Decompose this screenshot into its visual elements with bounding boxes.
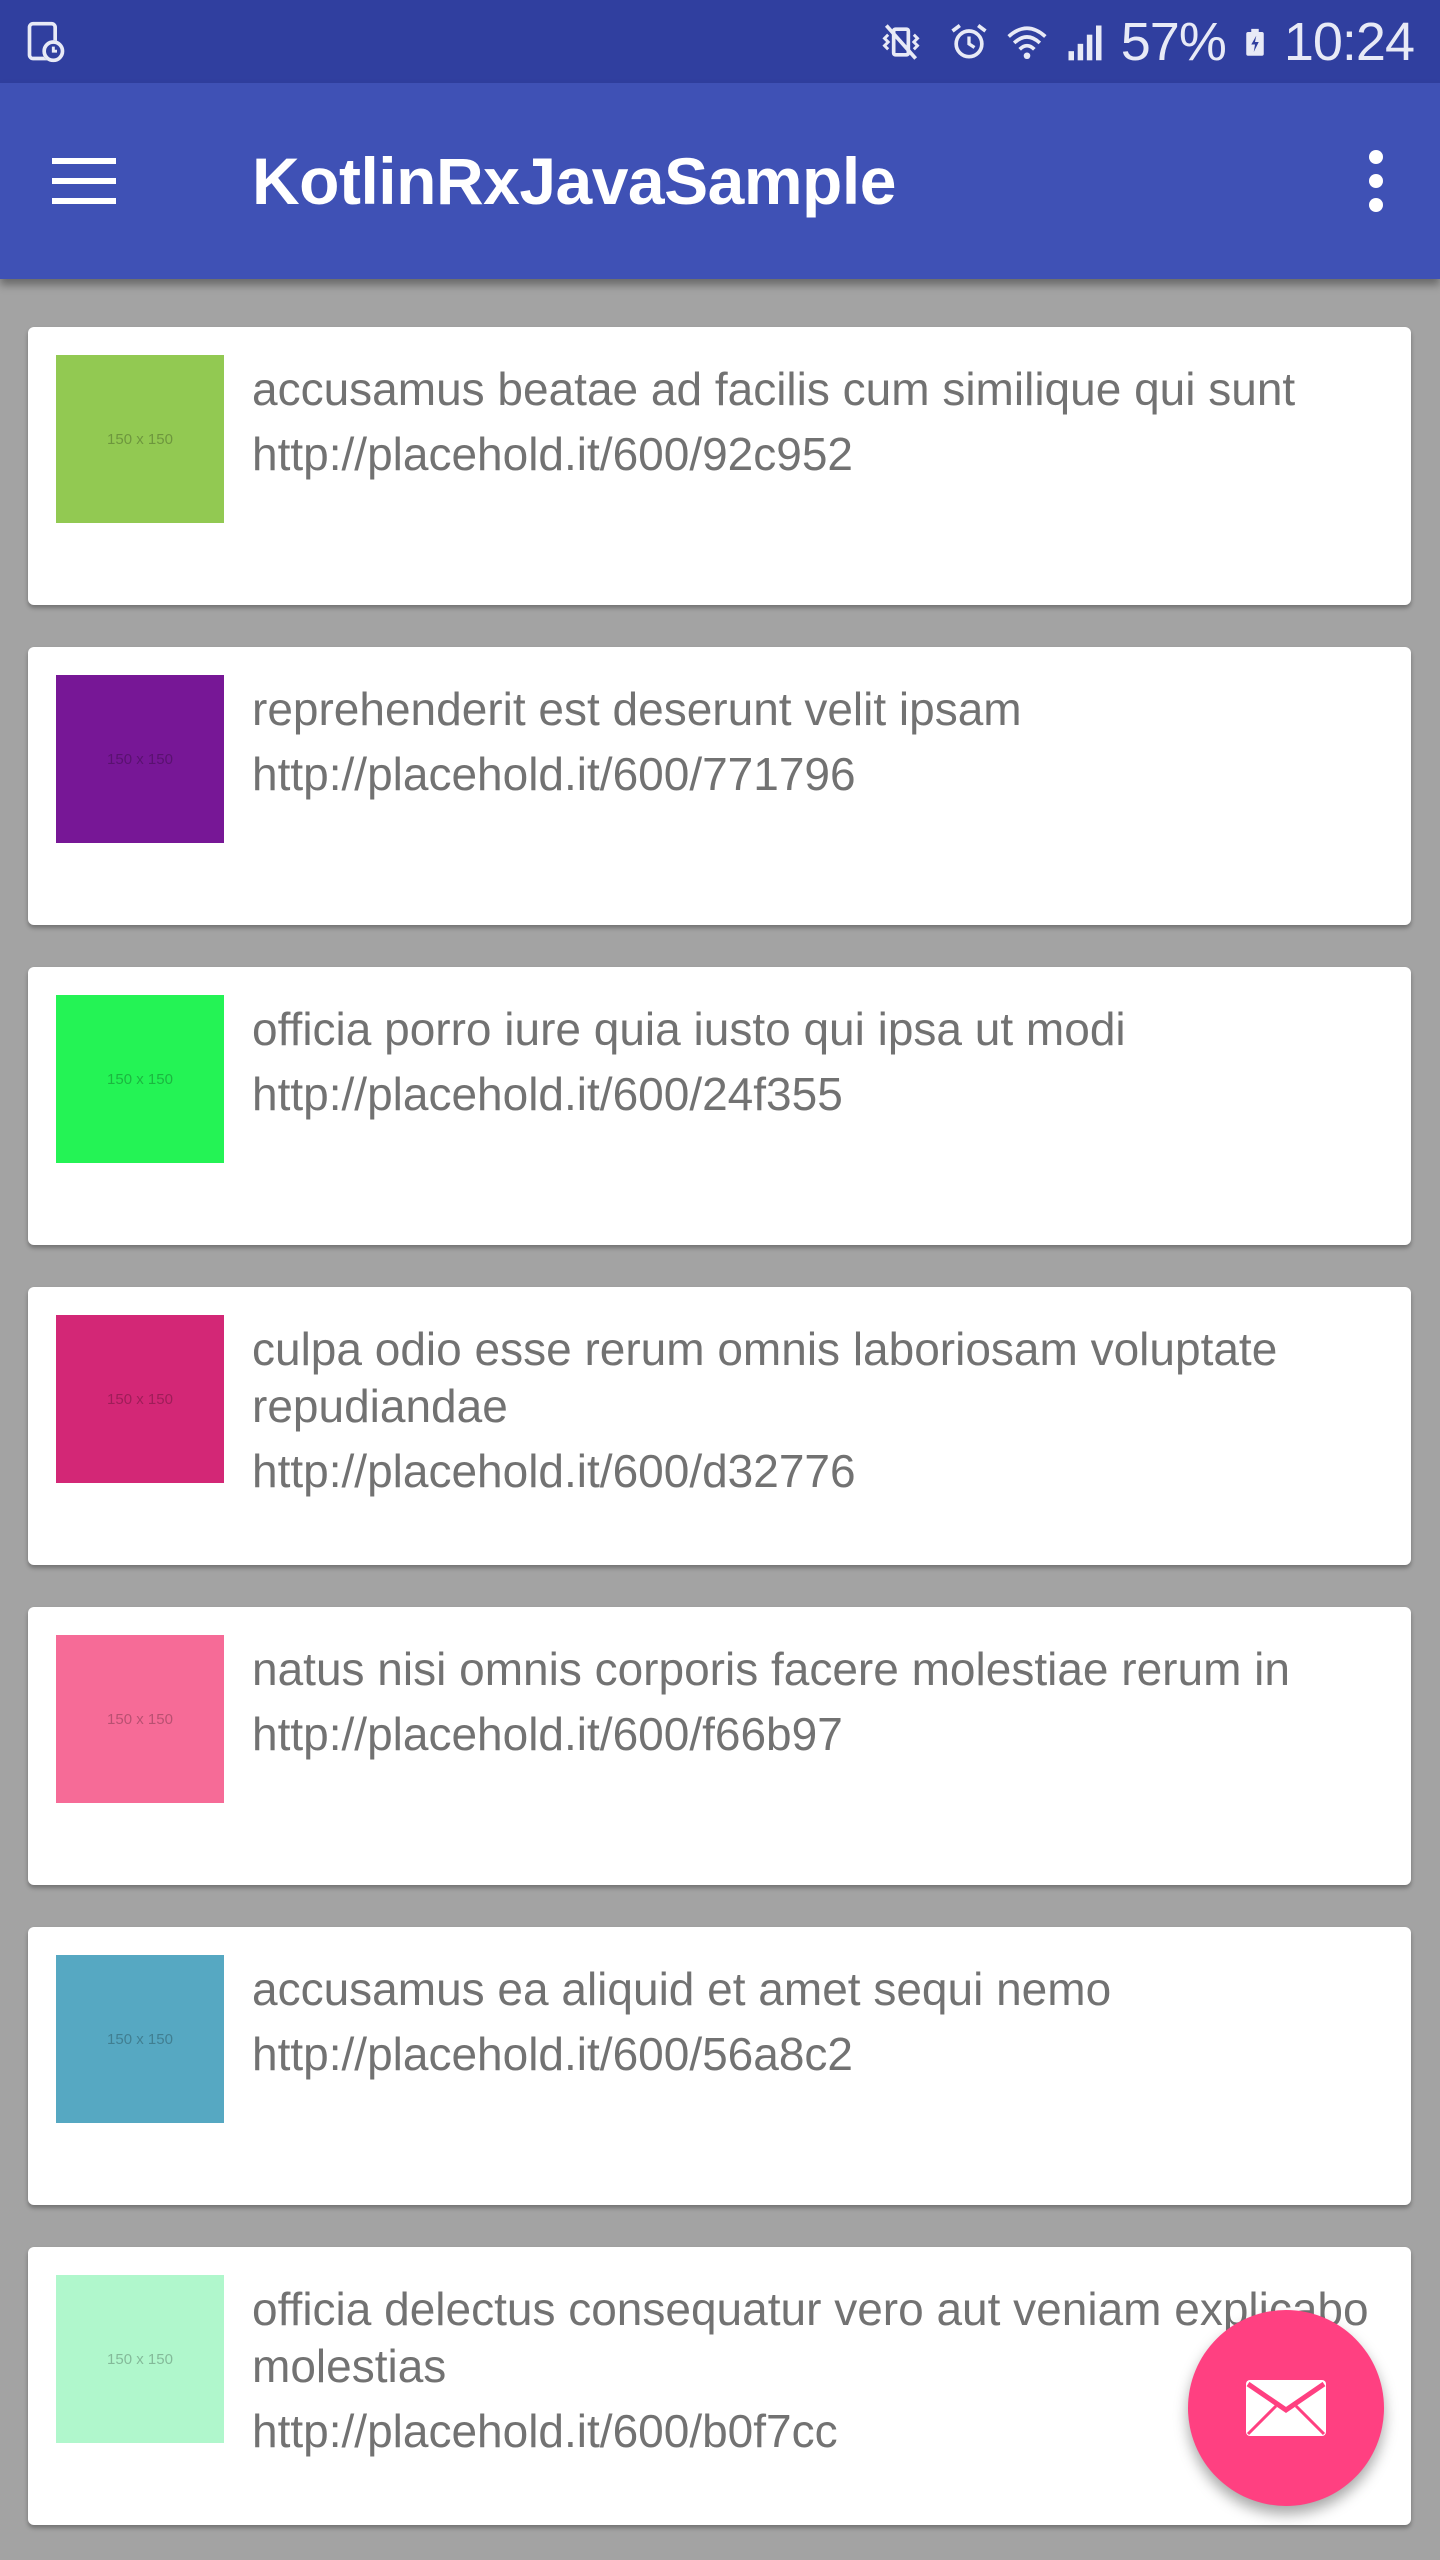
item-title: culpa odio esse rerum omnis laboriosam v… [252, 1323, 1278, 1432]
item-title: accusamus beatae ad facilis cum similiqu… [252, 363, 1296, 415]
photo-list[interactable]: 150 x 150 accusamus beatae ad facilis cu… [0, 279, 1440, 2560]
app-title: KotlinRxJavaSample [252, 144, 896, 218]
app-bar: KotlinRxJavaSample [0, 83, 1440, 279]
item-title: reprehenderit est deserunt velit ipsam [252, 683, 1022, 735]
status-bar: 57% 10:24 [0, 0, 1440, 83]
item-url: http://placehold.it/600/d32776 [252, 1445, 856, 1497]
item-url: http://placehold.it/600/f66b97 [252, 1708, 843, 1760]
thumbnail-label: 150 x 150 [107, 2350, 173, 2368]
item-url: http://placehold.it/600/56a8c2 [252, 2028, 854, 2080]
thumbnail-label: 150 x 150 [107, 430, 173, 448]
thumbnail-image: 150 x 150 [56, 675, 224, 843]
battery-charging-icon [1246, 28, 1264, 56]
item-title: natus nisi omnis corporis facere molesti… [252, 1643, 1290, 1695]
vibrate-mute-icon [882, 23, 920, 60]
thumbnail-label: 150 x 150 [107, 1390, 173, 1408]
list-item[interactable]: 150 x 150 reprehenderit est deserunt vel… [28, 647, 1411, 925]
menu-button[interactable] [28, 131, 140, 231]
thumbnail-image: 150 x 150 [56, 995, 224, 1163]
item-title: accusamus ea aliquid et amet sequi nemo [252, 1963, 1112, 2015]
item-title: officia porro iure quia iusto qui ipsa u… [252, 1003, 1126, 1055]
thumbnail-image: 150 x 150 [56, 1955, 224, 2123]
item-url: http://placehold.it/600/24f355 [252, 1068, 843, 1120]
battery-percent: 57% [1120, 11, 1227, 72]
thumbnail-image: 150 x 150 [56, 1315, 224, 1483]
thumbnail-label: 150 x 150 [107, 1710, 173, 1728]
thumbnail-image: 150 x 150 [56, 2275, 224, 2443]
hamburger-icon [52, 158, 116, 204]
overflow-menu-button[interactable] [1332, 131, 1420, 231]
thumbnail-label: 150 x 150 [107, 1070, 173, 1088]
list-item[interactable]: 150 x 150 natus nisi omnis corporis face… [28, 1607, 1411, 1885]
list-item[interactable]: 150 x 150 culpa odio esse rerum omnis la… [28, 1287, 1411, 1565]
list-item[interactable]: 150 x 150 accusamus beatae ad facilis cu… [28, 327, 1411, 605]
email-icon [1246, 2380, 1326, 2436]
thumbnail-image: 150 x 150 [56, 355, 224, 523]
more-vert-icon [1369, 150, 1383, 212]
email-fab-button[interactable] [1188, 2310, 1384, 2506]
thumbnail-image: 150 x 150 [56, 1635, 224, 1803]
item-url: http://placehold.it/600/771796 [252, 748, 856, 800]
thumbnail-label: 150 x 150 [107, 750, 173, 768]
list-item[interactable]: 150 x 150 accusamus ea aliquid et amet s… [28, 1927, 1411, 2205]
thumbnail-label: 150 x 150 [107, 2030, 173, 2048]
signal-icon [1068, 25, 1102, 60]
list-item[interactable]: 150 x 150 officia porro iure quia iusto … [28, 967, 1411, 1245]
wifi-icon [1007, 25, 1047, 59]
alarm-icon [951, 23, 987, 58]
item-url: http://placehold.it/600/92c952 [252, 428, 854, 480]
clock: 10:24 [1283, 11, 1415, 72]
screen-record-icon [27, 21, 65, 63]
